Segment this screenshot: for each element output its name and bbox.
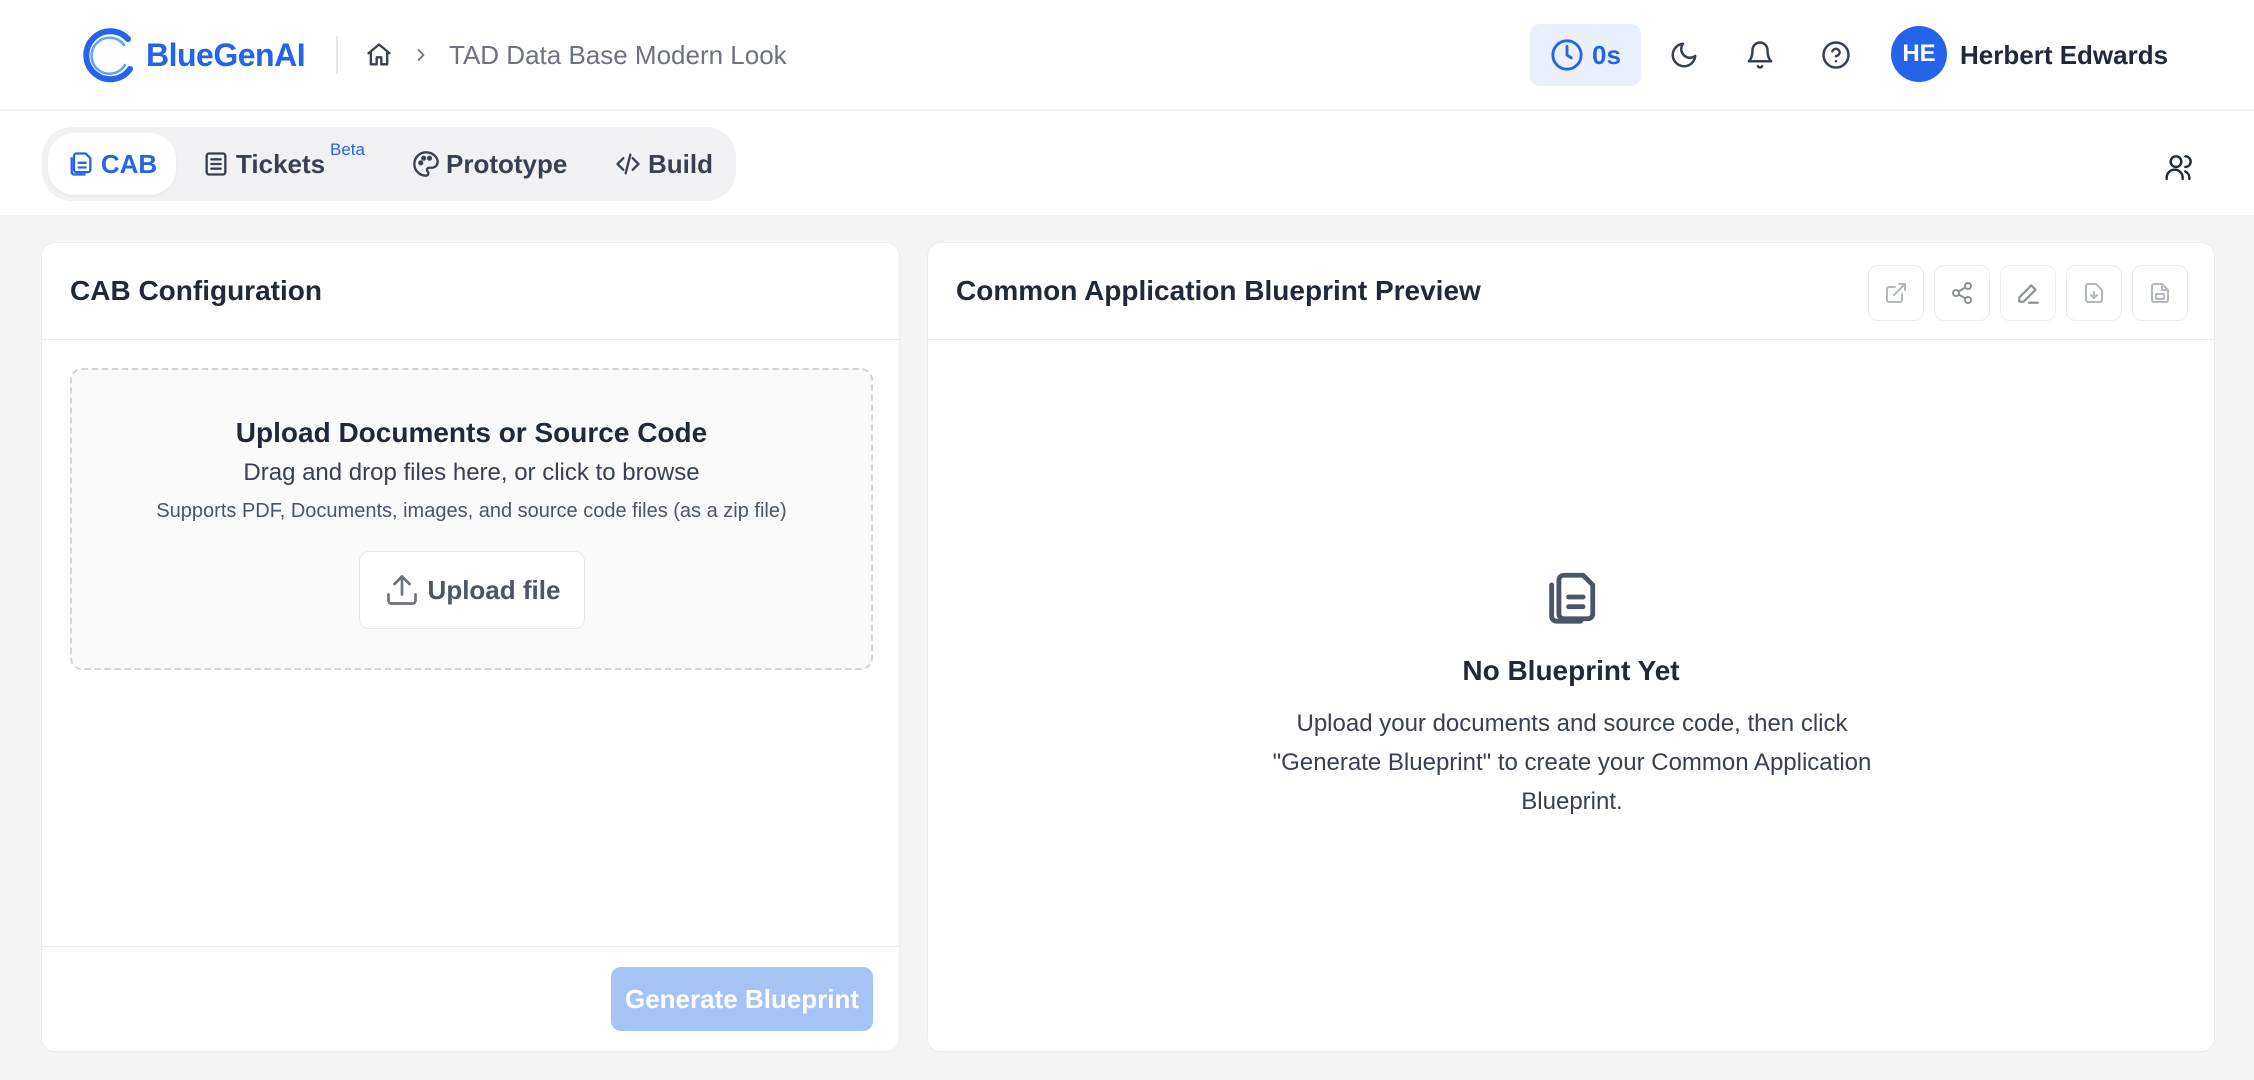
tab-group: CAB Tickets Beta Prototype Build (42, 127, 736, 201)
dropzone-subtitle: Drag and drop files here, or click to br… (243, 459, 700, 486)
tab-tickets-label: Tickets (236, 148, 326, 179)
download-icon (2085, 283, 2103, 303)
home-button[interactable] (362, 36, 396, 74)
edit-icon (2018, 284, 2039, 304)
documents-icon (1549, 572, 1596, 624)
file-dropzone[interactable]: Upload Documents or Source Code Drag and… (70, 368, 873, 670)
download-button[interactable] (2066, 265, 2122, 321)
theme-toggle-button[interactable] (1664, 35, 1704, 75)
document-copy-icon (70, 152, 92, 176)
tab-prototype[interactable]: Prototype (412, 133, 567, 195)
help-button[interactable] (1816, 35, 1856, 75)
dropzone-supported-types: Supports PDF, Documents, images, and sou… (156, 500, 787, 522)
top-header: BlueGenAI TAD Data Base Modern Look 0s H… (0, 0, 2254, 110)
brand-logo-icon (83, 28, 133, 83)
timer-value: 0s (1592, 39, 1621, 70)
moon-icon (1671, 42, 1697, 68)
brand-logo[interactable]: BlueGenAI (82, 26, 306, 84)
empty-state-description: Upload your documents and source code, t… (1272, 710, 1872, 815)
tab-cab[interactable]: CAB (48, 133, 176, 195)
dropzone-title: Upload Documents or Source Code (235, 417, 708, 448)
home-icon (367, 43, 391, 66)
panel-footer-divider (42, 946, 899, 947)
panel-title: Common Application Blueprint Preview (956, 275, 1481, 306)
tab-prototype-label: Prototype (446, 148, 568, 179)
open-external-icon (1886, 283, 1906, 303)
empty-state-title: No Blueprint Yet (1462, 655, 1680, 686)
user-avatar[interactable]: HE (1891, 26, 1947, 82)
generate-blueprint-button[interactable]: Generate Blueprint (611, 967, 873, 1031)
edit-button[interactable] (2000, 265, 2056, 321)
users-icon[interactable] (2164, 151, 2196, 183)
upload-file-label: Upload file (427, 574, 561, 605)
share-icon (1952, 282, 1972, 304)
tab-tickets[interactable]: Tickets (202, 133, 325, 195)
panel-header: CAB Configuration (42, 243, 899, 340)
palette-icon (413, 151, 439, 177)
upload-icon (386, 575, 417, 605)
clock-icon (1551, 39, 1583, 71)
brand-name: BlueGenAI (146, 36, 306, 73)
share-button[interactable] (1934, 265, 1990, 321)
tab-bar: CAB Tickets Beta Prototype Build (0, 111, 2254, 215)
export-button[interactable] (2132, 265, 2188, 321)
bell-icon (1747, 41, 1773, 69)
breadcrumb-current-project[interactable]: TAD Data Base Modern Look (449, 38, 787, 72)
user-name[interactable]: Herbert Edwards (1960, 38, 2168, 72)
blueprint-preview-panel: Common Application Blueprint Preview No … (927, 242, 2215, 1052)
session-timer[interactable]: 0s (1530, 24, 1641, 86)
chevron-right-icon (417, 49, 425, 61)
help-icon (1822, 41, 1850, 69)
tab-cab-label: CAB (100, 148, 158, 179)
tab-build-label: Build (648, 148, 713, 179)
panel-header: Common Application Blueprint Preview (928, 243, 2214, 340)
export-icon (2151, 283, 2169, 303)
upload-file-button[interactable]: Upload file (359, 551, 585, 629)
header-divider (336, 36, 338, 74)
list-icon (205, 152, 227, 176)
open-external-button[interactable] (1868, 265, 1924, 321)
code-icon (616, 153, 640, 175)
tab-build[interactable]: Build (614, 133, 713, 195)
panel-title: CAB Configuration (70, 275, 322, 306)
beta-badge: Beta (330, 140, 365, 159)
notifications-button[interactable] (1740, 35, 1780, 75)
cab-configuration-panel: CAB Configuration Upload Documents or So… (41, 242, 900, 1052)
breadcrumb-separator (408, 38, 434, 72)
